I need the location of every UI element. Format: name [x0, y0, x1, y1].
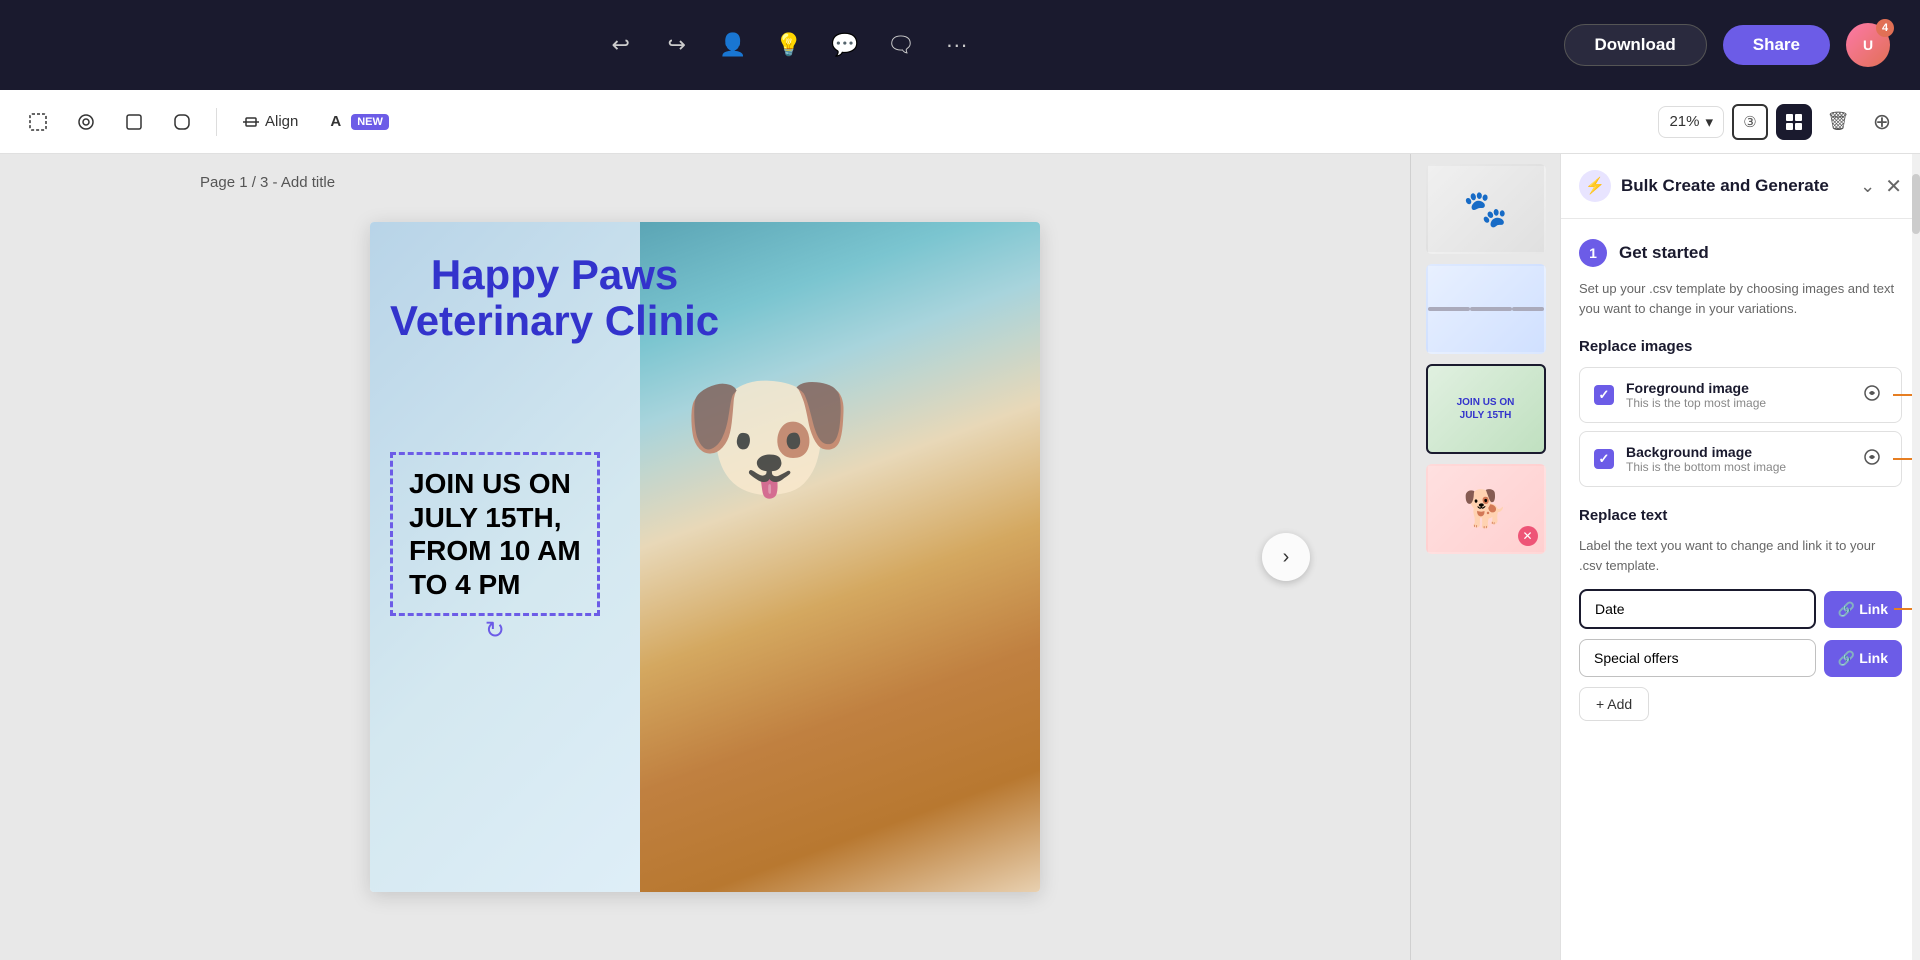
- panel-title: Bulk Create and Generate: [1621, 176, 1850, 196]
- thumbnail-panel: 🐾 JOIN US ONJULY 15TH 🐕 ✕ ✕: [1410, 154, 1560, 960]
- background-title: Background image: [1626, 444, 1845, 460]
- foreground-title: Foreground image: [1626, 380, 1845, 396]
- replace-images-title: Replace images: [1579, 338, 1902, 355]
- step-desc: Set up your .csv template by choosing im…: [1579, 279, 1902, 318]
- design-card: 🐶 Happy Paws Veterinary Clinic JOIN US O…: [370, 222, 1040, 892]
- clinic-title-line1: Happy Paws: [390, 252, 719, 298]
- avatar-badge: 4: [1876, 19, 1894, 37]
- right-panel: ⚡ Bulk Create and Generate ⌄ ✕ 1 Get sta…: [1560, 154, 1920, 960]
- share-button[interactable]: Share: [1723, 25, 1830, 65]
- date-text-line1: JOIN US ON: [409, 467, 581, 501]
- align-button[interactable]: Align: [233, 107, 308, 136]
- date-text-line4: TO 4 PM: [409, 568, 581, 602]
- foreground-sub: This is the top most image: [1626, 396, 1845, 410]
- panel-header: ⚡ Bulk Create and Generate ⌄ ✕: [1561, 154, 1920, 219]
- avatar[interactable]: U 4: [1846, 23, 1890, 67]
- grid-view-button[interactable]: [1776, 104, 1812, 140]
- toolbar-divider-1: [216, 108, 217, 136]
- scrollbar-thumb[interactable]: [1912, 174, 1920, 234]
- toolbar: Align A NEW 21% ▾ ③ 🗑 ⊕: [0, 90, 1920, 154]
- crop-tool[interactable]: [68, 104, 104, 140]
- thumb-error-icon: ✕: [1518, 526, 1538, 546]
- special-offers-input[interactable]: [1579, 639, 1816, 677]
- comment-icon[interactable]: 💬: [824, 24, 866, 66]
- foreground-text: Foreground image This is the top most im…: [1626, 380, 1845, 410]
- panel-collapse-button[interactable]: ⌄: [1860, 176, 1875, 197]
- next-page-button[interactable]: ›: [1262, 533, 1310, 581]
- date-text-line2: JULY 15TH,: [409, 501, 581, 535]
- main: Page 1 / 3 - Add title 🐶 Happy Paws Vete…: [0, 154, 1920, 960]
- redo-button[interactable]: ↪: [656, 24, 698, 66]
- zoom-control[interactable]: 21% ▾: [1658, 106, 1724, 138]
- foreground-image-option: Foreground image This is the top most im…: [1579, 367, 1902, 423]
- add-user-icon[interactable]: 👤: [712, 24, 754, 66]
- add-field-button[interactable]: + Add: [1579, 687, 1649, 721]
- date-input[interactable]: [1579, 589, 1816, 629]
- translate-button[interactable]: A NEW: [320, 107, 399, 136]
- more-icon[interactable]: ···: [936, 24, 978, 66]
- canvas-area: Page 1 / 3 - Add title 🐶 Happy Paws Vete…: [0, 154, 1410, 960]
- panel-header-icon: ⚡: [1579, 170, 1611, 202]
- thumbnail-2[interactable]: [1426, 264, 1546, 354]
- foreground-checkbox[interactable]: [1594, 385, 1614, 405]
- replace-text-section: Replace text Label the text you want to …: [1579, 507, 1902, 721]
- background-replace-button[interactable]: [1857, 444, 1887, 474]
- panel-body: 1 Get started Set up your .csv template …: [1561, 219, 1920, 960]
- dog-emoji: 🐶: [680, 356, 854, 520]
- replace-text-desc: Label the text you want to change and li…: [1579, 536, 1902, 575]
- delete-button[interactable]: 🗑: [1820, 104, 1856, 140]
- foreground-replace-button[interactable]: [1857, 380, 1887, 410]
- page-number-badge[interactable]: ③: [1732, 104, 1768, 140]
- special-offers-field-row: 🔗 Link: [1579, 639, 1902, 677]
- clinic-title-line2: Veterinary Clinic: [390, 298, 719, 344]
- special-offers-link-button[interactable]: 🔗 Link: [1824, 640, 1902, 677]
- background-sub: This is the bottom most image: [1626, 460, 1845, 474]
- canvas-content: 🐶 Happy Paws Veterinary Clinic JOIN US O…: [0, 154, 1410, 960]
- add-page-button[interactable]: ⊕: [1864, 104, 1900, 140]
- new-badge: NEW: [351, 114, 389, 130]
- replace-text-title: Replace text: [1579, 507, 1902, 524]
- step-badge: 1: [1579, 239, 1607, 267]
- step-title: Get started: [1619, 243, 1709, 263]
- thumbnail-4[interactable]: 🐕 ✕: [1426, 464, 1546, 554]
- thumbnail-1[interactable]: 🐾: [1426, 164, 1546, 254]
- toolbar-right: ③ 🗑 ⊕: [1732, 104, 1900, 140]
- chat-icon[interactable]: 🗨: [880, 24, 922, 66]
- topbar-icons: ↩ ↪ 👤 💡 💬 🗨 ···: [600, 24, 978, 66]
- date-link-button[interactable]: 🔗 Link: [1824, 591, 1902, 628]
- rotate-icon[interactable]: ↻: [485, 616, 505, 645]
- background-checkbox[interactable]: [1594, 449, 1614, 469]
- thumbnail-3[interactable]: JOIN US ONJULY 15TH: [1426, 364, 1546, 454]
- select-tool[interactable]: [20, 104, 56, 140]
- date-text-line3: FROM 10 AM: [409, 534, 581, 568]
- topbar: ↩ ↪ 👤 💡 💬 🗨 ··· Download Share U 4: [0, 0, 1920, 90]
- background-image-option: Background image This is the bottom most…: [1579, 431, 1902, 487]
- date-field-row: 🔗 Link C: [1579, 589, 1902, 629]
- date-box[interactable]: JOIN US ON JULY 15TH, FROM 10 AM TO 4 PM…: [390, 452, 600, 616]
- scrollbar-track[interactable]: [1912, 154, 1920, 960]
- bulb-icon[interactable]: 💡: [768, 24, 810, 66]
- rounded-rect-tool[interactable]: [164, 104, 200, 140]
- background-text: Background image This is the bottom most…: [1626, 444, 1845, 474]
- undo-button[interactable]: ↩: [600, 24, 642, 66]
- panel-close-button[interactable]: ✕: [1885, 174, 1902, 199]
- download-button[interactable]: Download: [1564, 24, 1707, 66]
- step-header: 1 Get started: [1579, 239, 1902, 267]
- clinic-text: Happy Paws Veterinary Clinic: [390, 252, 719, 344]
- rect-tool[interactable]: [116, 104, 152, 140]
